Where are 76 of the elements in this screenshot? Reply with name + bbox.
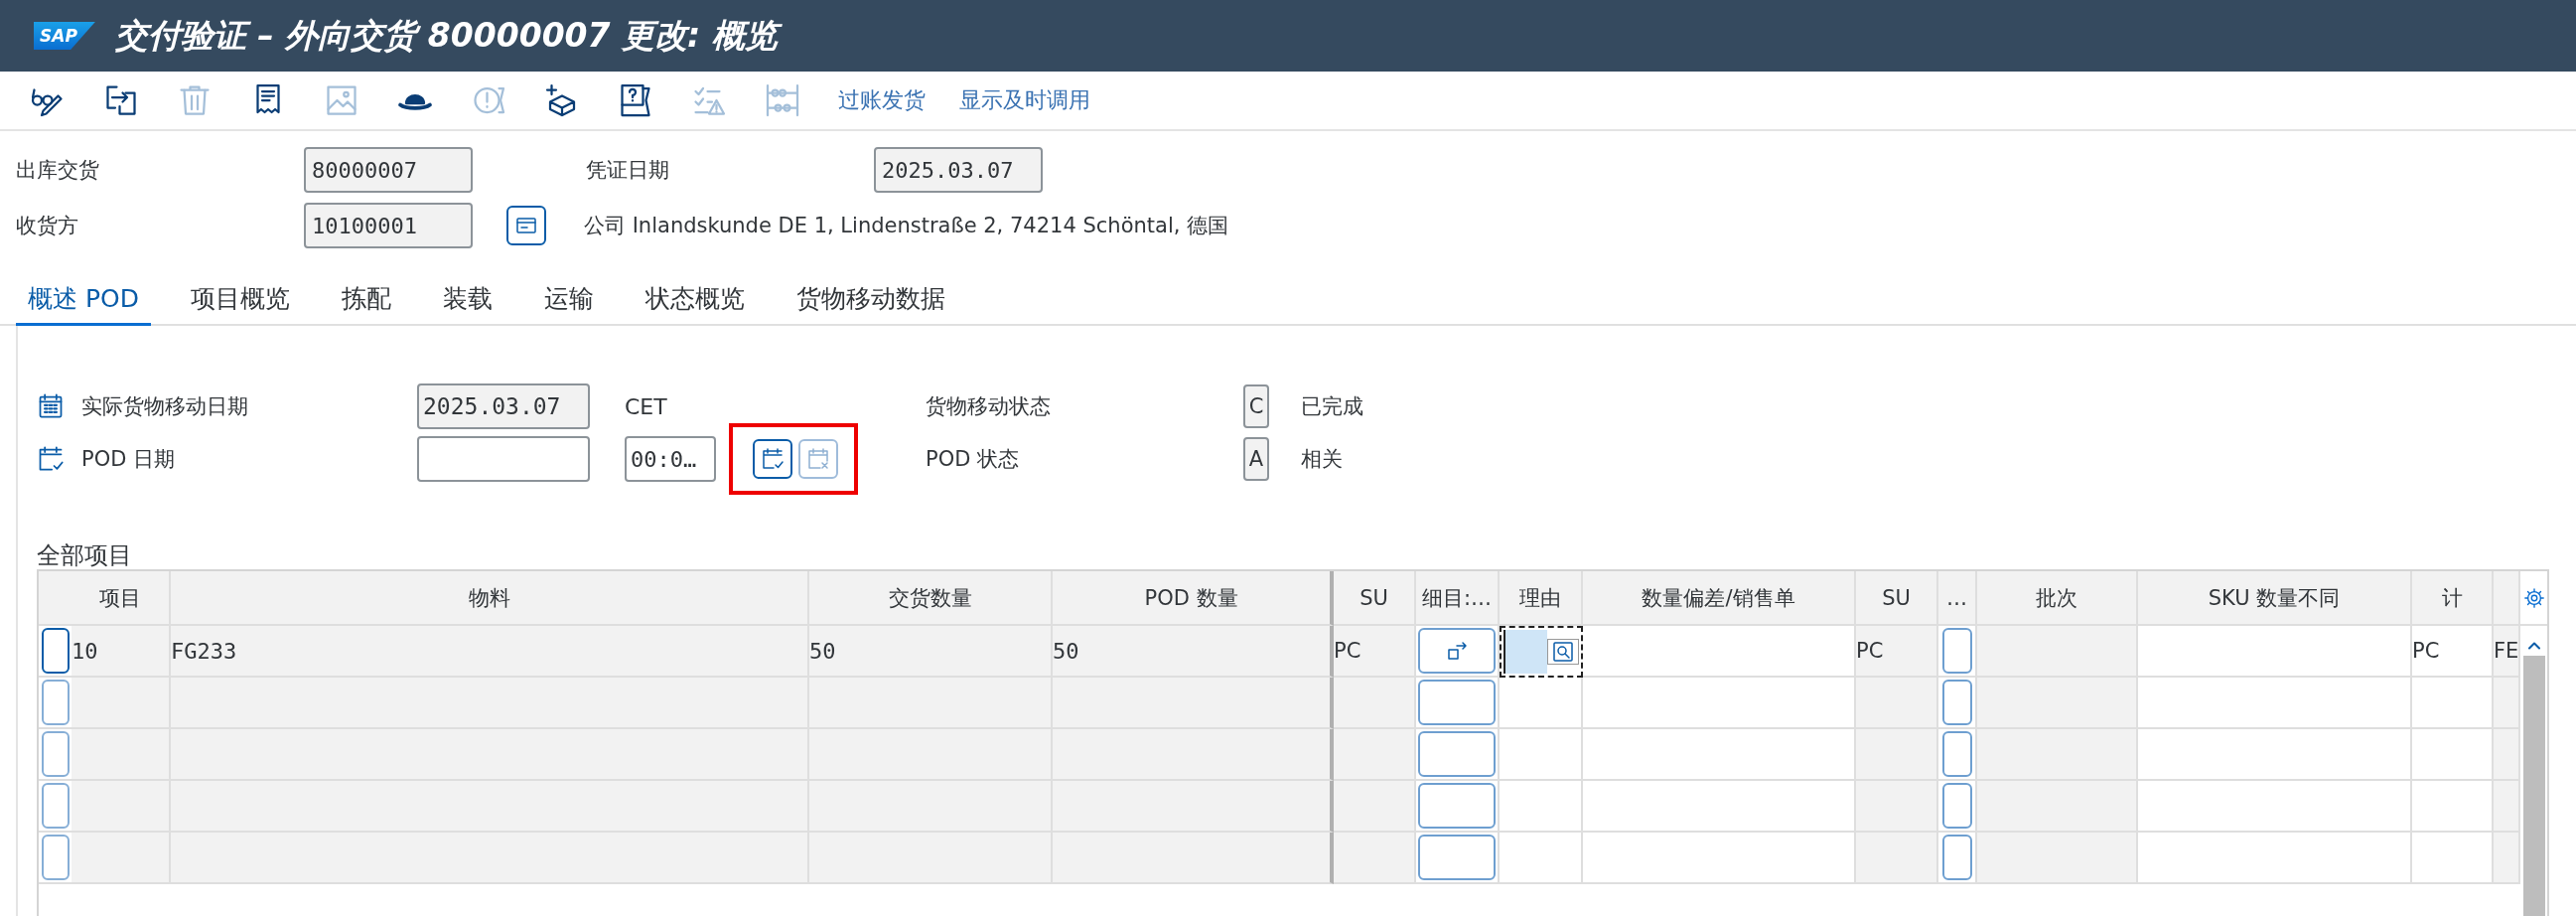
search-icon bbox=[1551, 640, 1575, 664]
column-header: SKU 数量不同 bbox=[2138, 571, 2412, 626]
address-button[interactable] bbox=[506, 206, 546, 245]
field-label: 凭证日期 bbox=[586, 157, 670, 184]
field-label: 货物移动状态 bbox=[926, 393, 1052, 420]
table-cell bbox=[2494, 678, 2520, 729]
logo: SAP bbox=[34, 22, 95, 50]
address-text: 公司 Inlandskunde DE 1, Lindenstraße 2, 74214 Schöntal, 德国 bbox=[584, 213, 1229, 239]
calendar-check-icon bbox=[761, 447, 785, 471]
tab[interactable]: 概述 POD bbox=[16, 278, 151, 326]
cell-button[interactable] bbox=[1941, 783, 1972, 829]
column-header: … bbox=[1938, 571, 1977, 626]
table-cell bbox=[2494, 833, 2520, 884]
column-header: SU bbox=[1334, 571, 1416, 626]
table-cell: FG233 bbox=[171, 626, 809, 678]
table-cell: 50 bbox=[809, 626, 1053, 678]
calendar-icon bbox=[37, 392, 65, 420]
table-cell: 10 bbox=[72, 626, 171, 678]
tab[interactable]: 项目概览 bbox=[178, 278, 302, 326]
table-cell bbox=[2494, 781, 2520, 833]
arrow-out-icon bbox=[1445, 639, 1469, 663]
help-scroll-icon[interactable] bbox=[618, 82, 653, 118]
input-field[interactable]: 10100001 bbox=[304, 203, 473, 248]
cell-button[interactable] bbox=[1941, 680, 1972, 725]
table-cell: PC bbox=[1856, 626, 1938, 678]
cell-button[interactable] bbox=[1941, 835, 1972, 880]
date-field[interactable]: 2025.03.07 bbox=[417, 383, 590, 429]
status-code: C bbox=[1243, 384, 1269, 428]
calendar-check-button[interactable] bbox=[753, 439, 792, 479]
toolbar-button[interactable]: 显示及时调用 bbox=[959, 85, 1090, 115]
table-cell: FE bbox=[2494, 626, 2520, 678]
table-cell: PC bbox=[2412, 626, 2494, 678]
column-header: 理由 bbox=[1500, 571, 1583, 626]
details-button[interactable] bbox=[1418, 783, 1496, 829]
calendar-check-icon bbox=[37, 445, 65, 473]
column-header: 物料 bbox=[171, 571, 809, 626]
column-header: 交货数量 bbox=[809, 571, 1053, 626]
details-button[interactable] bbox=[1418, 731, 1496, 777]
field-label: POD 状态 bbox=[926, 446, 1021, 473]
table-cell: 50 bbox=[1053, 626, 1334, 678]
time-field[interactable]: 00:0… bbox=[625, 436, 716, 482]
tab[interactable]: 拣配 bbox=[329, 278, 403, 326]
table-cell: PC bbox=[1334, 626, 1416, 678]
calendar-clear-icon bbox=[806, 447, 830, 471]
column-header: POD 数量 bbox=[1053, 571, 1334, 626]
timezone-text: CET bbox=[625, 393, 668, 419]
column-header: 细目:… bbox=[1416, 571, 1500, 626]
input-field[interactable]: 2025.03.07 bbox=[874, 147, 1043, 193]
status-code: A bbox=[1243, 437, 1269, 481]
field-label: POD 日期 bbox=[81, 446, 177, 473]
column-header: 项目 bbox=[72, 571, 171, 626]
settings-icon[interactable] bbox=[2522, 586, 2545, 609]
field-label: 出库交货 bbox=[16, 157, 100, 184]
column-header: 计 bbox=[2412, 571, 2494, 626]
status-text: 已完成 bbox=[1301, 393, 1364, 420]
status-text: 相关 bbox=[1301, 446, 1344, 473]
input-field[interactable]: 80000007 bbox=[304, 147, 473, 193]
tab[interactable]: 装载 bbox=[430, 278, 504, 326]
toolbar-button[interactable]: 过账发货 bbox=[838, 85, 926, 115]
column-header: 数量偏差/销售单 bbox=[1583, 571, 1856, 626]
table-cell bbox=[2494, 729, 2520, 781]
scroll-thumb[interactable] bbox=[2522, 656, 2545, 916]
exit-icon[interactable] bbox=[103, 82, 139, 118]
date-field[interactable] bbox=[417, 436, 590, 482]
input-field[interactable] bbox=[1500, 626, 1583, 678]
tab[interactable]: 货物移动数据 bbox=[784, 278, 957, 326]
column-header: 批次 bbox=[1977, 571, 2138, 626]
cell-button[interactable] bbox=[1941, 731, 1972, 777]
tab[interactable]: 运输 bbox=[531, 278, 606, 326]
tab[interactable]: 状态概览 bbox=[633, 278, 757, 326]
column-header: SU bbox=[1856, 571, 1938, 626]
field-label: 收货方 bbox=[16, 213, 79, 239]
details-button[interactable] bbox=[1418, 835, 1496, 880]
field-label: 实际货物移动日期 bbox=[81, 393, 249, 420]
table-title: 全部项目 bbox=[37, 541, 133, 569]
window-title: 交付验证 – 外向交货 80000007 更改: 概览 bbox=[114, 12, 787, 60]
